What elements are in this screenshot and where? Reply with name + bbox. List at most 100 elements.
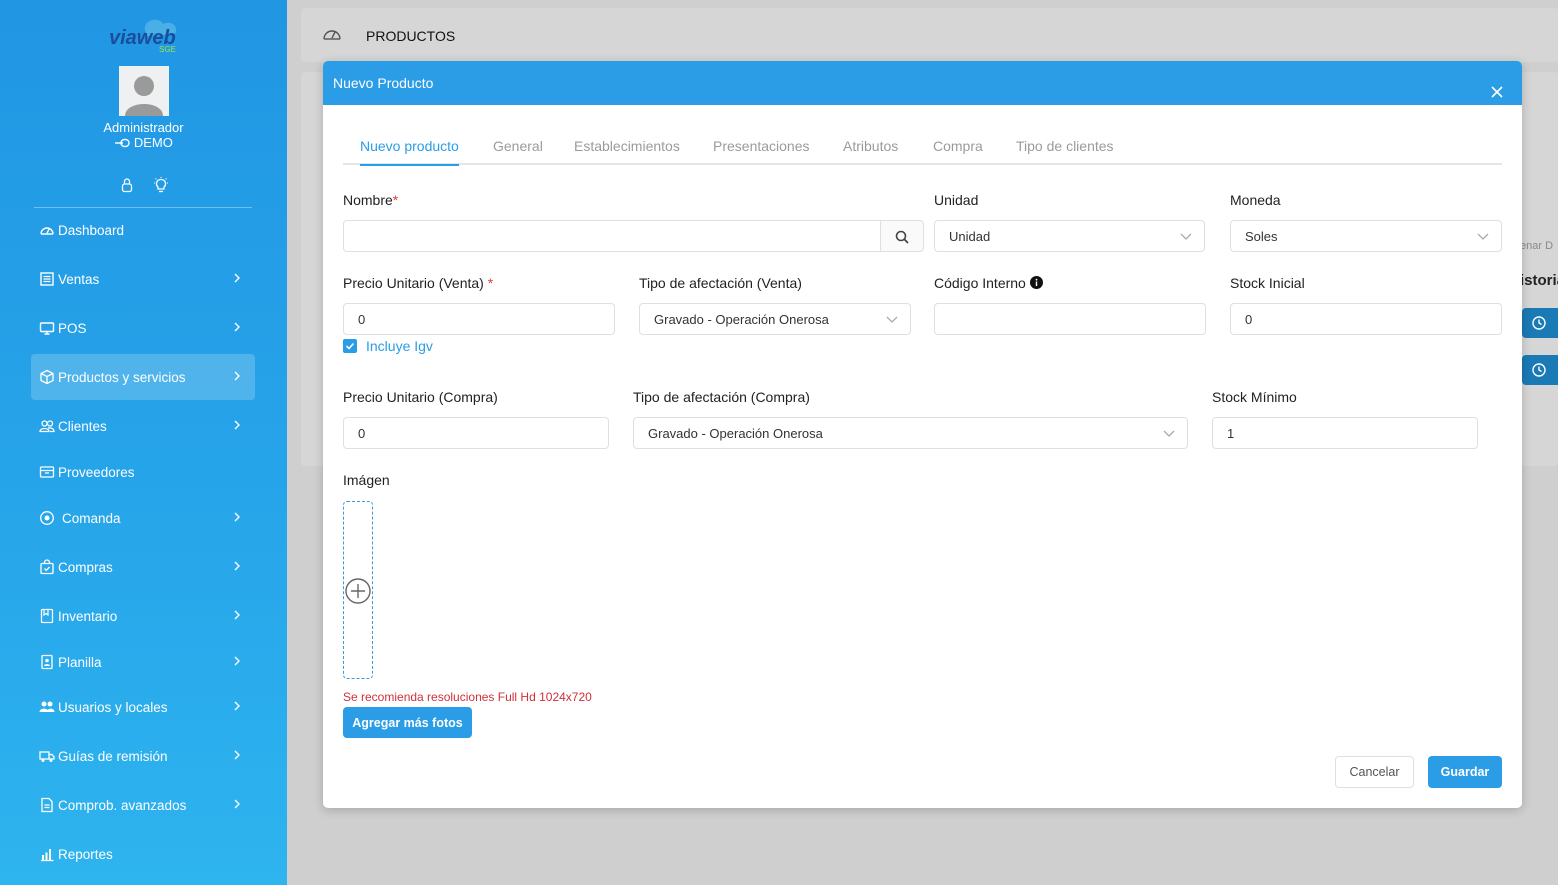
user-company-label: DEMO (133, 135, 173, 150)
dialog-title: Nuevo Producto (333, 75, 434, 91)
chevron-down-icon (886, 316, 898, 323)
stock-inicial-label: Stock Inicial (1230, 275, 1305, 291)
user-name: Administrador (103, 120, 184, 135)
viaweb-logo: viaweb SGE (109, 19, 177, 54)
sidebar-item-usuarios[interactable]: Usuarios y locales (31, 684, 255, 730)
ventas-icon (40, 272, 54, 286)
chevron-right-icon (234, 371, 240, 381)
cancel-button[interactable]: Cancelar (1335, 756, 1414, 788)
sidebar: viaweb SGE Administrador DEMO Dashboard … (0, 0, 287, 885)
chevron-down-icon (1477, 233, 1489, 240)
sidebar-item-label: Dashboard (58, 222, 125, 238)
comanda-icon (40, 511, 54, 525)
info-icon[interactable] (1029, 276, 1043, 289)
tab-atributos[interactable]: Atributos (843, 138, 898, 164)
sidebar-item-label: Compras (58, 559, 113, 575)
sidebar-item-comprobantes[interactable]: Comprob. avanzados (31, 782, 255, 828)
tab-presentaciones[interactable]: Presentaciones (713, 138, 810, 164)
moneda-select[interactable]: Soles (1230, 220, 1502, 252)
history-button[interactable] (1522, 308, 1558, 338)
sidebar-item-productos[interactable]: Productos y servicios (31, 354, 255, 400)
sidebar-item-label: Productos y servicios (58, 369, 186, 385)
chevron-right-icon (234, 273, 240, 283)
tab-compra[interactable]: Compra (933, 138, 983, 164)
moneda-label: Moneda (1230, 192, 1281, 208)
truck-box-icon (39, 466, 55, 478)
sidebar-item-label: Planilla (58, 654, 102, 670)
search-button[interactable] (880, 220, 924, 252)
image-resolution-hint: Se recomienda resoluciones Full Hd 1024x… (343, 690, 592, 704)
afectacion-venta-value: Gravado - Operación Onerosa (654, 311, 829, 327)
precio-compra-input[interactable]: 0 (343, 417, 609, 449)
page-header: PRODUCTOS (301, 8, 1558, 62)
chevron-right-icon (234, 656, 240, 666)
sidebar-item-proveedores[interactable]: Proveedores (31, 449, 255, 495)
sidebar-item-pos[interactable]: POS (31, 305, 255, 351)
lightbulb-icon[interactable] (152, 176, 170, 194)
precio-venta-input[interactable]: 0 (343, 303, 615, 335)
tab-establecimientos[interactable]: Establecimientos (574, 138, 680, 164)
avatar[interactable] (119, 66, 169, 116)
chevron-right-icon (234, 512, 240, 522)
sidebar-item-clientes[interactable]: Clientes (31, 403, 255, 449)
sidebar-item-label: Comprob. avanzados (58, 797, 187, 813)
dialog-header: Nuevo Producto (323, 61, 1522, 105)
sidebar-item-label: Inventario (58, 608, 118, 624)
close-icon[interactable] (1490, 85, 1504, 99)
sidebar-item-guias[interactable]: Guías de remisión (31, 733, 255, 779)
document-icon (41, 797, 53, 813)
stock-inicial-input[interactable]: 0 (1230, 303, 1502, 335)
codigo-interno-input[interactable] (934, 303, 1206, 335)
tab-tipo-clientes[interactable]: Tipo de clientes (1016, 138, 1114, 164)
incluye-igv-label: Incluye Igv (366, 338, 433, 354)
sidebar-item-ventas[interactable]: Ventas (31, 256, 255, 302)
tab-nuevo-producto[interactable]: Nuevo producto (360, 138, 459, 166)
add-photos-button[interactable]: Agregar más fotos (343, 707, 472, 738)
plus-circle-icon (345, 578, 371, 604)
svg-text:SGE: SGE (159, 45, 176, 54)
page-title: PRODUCTOS (366, 28, 456, 44)
clock-icon (1532, 363, 1546, 377)
sidebar-item-compras[interactable]: Compras (31, 544, 255, 590)
bag-icon (40, 559, 54, 575)
tab-general[interactable]: General (493, 138, 543, 164)
truck-icon (39, 751, 55, 762)
sidebar-item-label: Guías de remisión (58, 748, 168, 764)
inventory-icon (40, 608, 54, 624)
new-product-dialog: Nuevo Producto Nuevo producto General Es… (323, 61, 1522, 808)
afectacion-compra-value: Gravado - Operación Onerosa (648, 425, 823, 441)
sidebar-item-reportes[interactable]: Reportes (31, 831, 255, 877)
chevron-right-icon (234, 610, 240, 620)
image-upload-area[interactable] (343, 501, 373, 679)
nombre-input[interactable] (343, 220, 881, 252)
sidebar-item-label: Usuarios y locales (58, 699, 168, 715)
save-button[interactable]: Guardar (1428, 756, 1502, 788)
chevron-down-icon (1163, 430, 1175, 437)
afectacion-compra-select[interactable]: Gravado - Operación Onerosa (633, 417, 1188, 449)
unidad-label: Unidad (934, 192, 979, 208)
sidebar-item-planilla[interactable]: Planilla (31, 639, 255, 685)
stock-minimo-input[interactable]: 1 (1212, 417, 1478, 449)
afectacion-venta-label: Tipo de afectación (Venta) (639, 275, 802, 291)
codigo-interno-label: Código Interno (934, 275, 1043, 291)
unidad-select[interactable]: Unidad (934, 220, 1205, 252)
moneda-select-value: Soles (1245, 228, 1278, 244)
lock-icon[interactable] (118, 176, 136, 194)
history-button[interactable] (1522, 355, 1558, 385)
incluye-igv-checkbox[interactable]: Incluye Igv (343, 338, 433, 354)
chevron-right-icon (234, 799, 240, 809)
chart-icon (41, 849, 54, 862)
sidebar-item-comanda[interactable]: Comanda (31, 495, 255, 541)
search-icon (895, 230, 909, 244)
box-icon (40, 369, 54, 385)
background-column-header: istoria (1520, 272, 1558, 289)
user-group-icon (39, 701, 55, 712)
sidebar-item-label: Comanda (62, 510, 121, 526)
clock-icon (1532, 316, 1546, 330)
chevron-right-icon (234, 750, 240, 760)
sidebar-item-inventario[interactable]: Inventario (31, 593, 255, 639)
sidebar-item-dashboard[interactable]: Dashboard (31, 207, 255, 253)
afectacion-venta-select[interactable]: Gravado - Operación Onerosa (639, 303, 911, 335)
sidebar-item-label: Clientes (58, 418, 107, 434)
precio-compra-label: Precio Unitario (Compra) (343, 389, 498, 405)
